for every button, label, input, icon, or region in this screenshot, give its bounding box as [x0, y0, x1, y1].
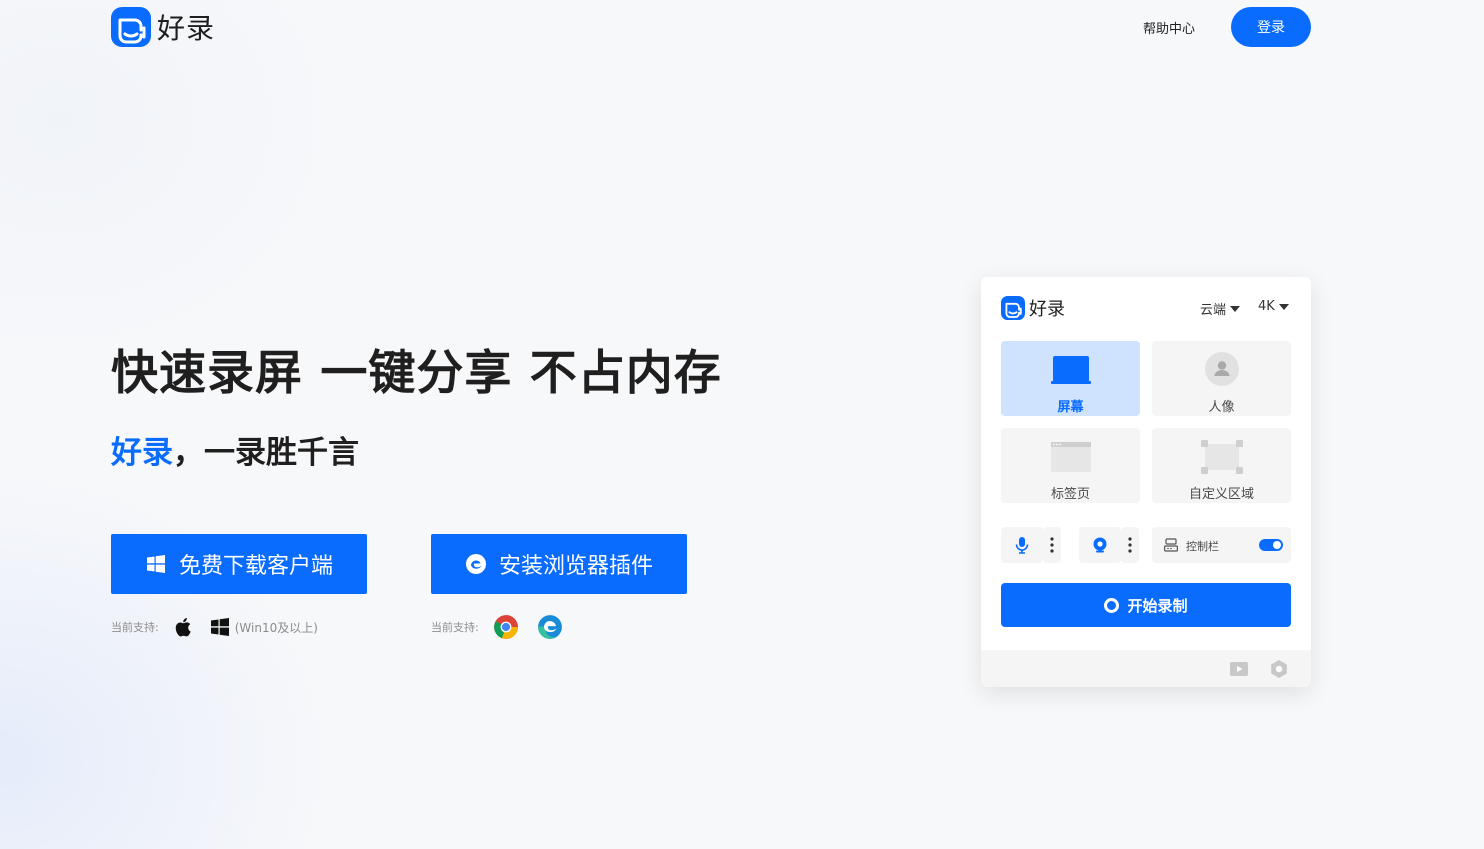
control-bar-label: 控制栏 — [1186, 540, 1219, 553]
login-button[interactable]: 登录 — [1231, 7, 1311, 47]
microphone-options-button[interactable] — [1043, 527, 1061, 563]
hero-subtitle-text: ，一录胜千言 — [173, 435, 359, 471]
mode-custom-area[interactable]: 自定义区域 — [1152, 428, 1291, 503]
recorder-panel: 好录 云端 4K 屏幕 人像 标签页 自定义区域 控制栏 开始录制 — [981, 277, 1311, 687]
caret-down-icon — [1230, 305, 1241, 312]
record-icon — [1104, 597, 1120, 613]
client-support-row: 当前支持: (Win10及以上) — [111, 613, 318, 641]
client-support-label: 当前支持: — [111, 621, 159, 634]
control-bar-switch[interactable] — [1259, 539, 1283, 551]
hero-subtitle: 好录，一录胜千言 — [111, 427, 359, 472]
microphone-icon — [1015, 537, 1029, 554]
start-recording-label: 开始录制 — [1127, 596, 1188, 615]
install-extension-button[interactable]: 安装浏览器插件 — [431, 534, 687, 594]
install-extension-label: 安装浏览器插件 — [498, 554, 653, 579]
control-bar-setting[interactable]: 控制栏 — [1152, 527, 1291, 563]
settings-icon[interactable] — [1269, 659, 1289, 679]
download-client-button[interactable]: 免费下载客户端 — [111, 534, 367, 594]
panel-footer — [981, 650, 1311, 687]
storage-value: 云端 — [1200, 303, 1227, 318]
windows-icon — [210, 618, 229, 636]
panel-brand: 好录 — [1001, 295, 1065, 321]
video-library-icon[interactable] — [1229, 659, 1249, 679]
edge-icon — [465, 554, 486, 574]
camera-options-button[interactable] — [1121, 527, 1139, 563]
resolution-value: 4K — [1258, 299, 1275, 314]
edge-icon — [537, 615, 562, 639]
mode-tab-label: 标签页 — [1050, 487, 1090, 502]
haolu-logo-icon — [111, 7, 151, 47]
caret-down-icon — [1278, 303, 1289, 310]
storage-dropdown[interactable]: 云端 — [1200, 299, 1241, 318]
camera-toggle[interactable] — [1079, 527, 1121, 563]
more-vertical-icon — [1050, 537, 1054, 553]
camera-icon — [1093, 537, 1107, 553]
apple-icon — [175, 618, 191, 637]
mode-portrait-label: 人像 — [1208, 400, 1235, 415]
mode-portrait[interactable]: 人像 — [1152, 341, 1291, 416]
selection-area-icon — [1200, 440, 1243, 474]
brand-logo[interactable]: 好录 — [111, 7, 215, 47]
extension-support-row: 当前支持: — [431, 613, 577, 641]
microphone-toggle[interactable] — [1001, 527, 1043, 563]
resolution-dropdown[interactable]: 4K — [1258, 299, 1289, 314]
windows-icon — [146, 555, 165, 573]
chrome-icon — [493, 615, 518, 639]
more-vertical-icon — [1128, 537, 1132, 553]
download-client-label: 免费下载客户端 — [178, 554, 333, 579]
haolu-logo-icon — [1001, 296, 1025, 320]
mode-tab[interactable]: 标签页 — [1001, 428, 1140, 503]
client-support-note: (Win10及以上) — [234, 620, 318, 635]
extension-support-label: 当前支持: — [431, 621, 479, 634]
panel-brand-name: 好录 — [1029, 299, 1065, 320]
hero-subtitle-brand: 好录 — [111, 435, 173, 471]
user-icon — [1204, 352, 1239, 386]
mode-screen-label: 屏幕 — [1057, 400, 1084, 415]
start-recording-button[interactable]: 开始录制 — [1001, 583, 1291, 627]
monitor-icon — [1050, 356, 1091, 384]
help-center-link[interactable]: 帮助中心 — [1143, 18, 1195, 37]
mode-custom-area-label: 自定义区域 — [1188, 487, 1254, 502]
brand-name: 好录 — [157, 12, 216, 45]
browser-tab-icon — [1050, 442, 1091, 472]
hero-title: 快速录屏 一键分享 不占内存 — [111, 346, 722, 401]
mode-screen[interactable]: 屏幕 — [1001, 341, 1140, 416]
control-bar-icon — [1164, 538, 1178, 552]
